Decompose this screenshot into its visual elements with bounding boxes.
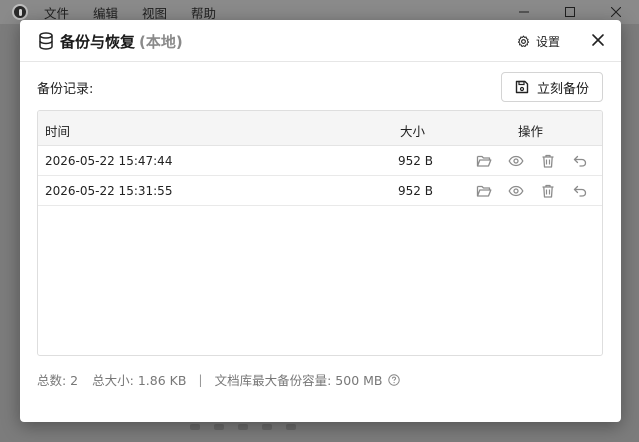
save-icon (515, 80, 529, 94)
cell-size: 952 B (398, 154, 433, 168)
cell-time: 2026-05-22 15:47:44 (45, 154, 173, 168)
menu-help[interactable]: 帮助 (191, 3, 216, 22)
undo-icon (573, 185, 587, 197)
trash-icon (542, 154, 554, 168)
table-row: 2026-05-22 15:47:44 952 B (38, 146, 602, 176)
backup-table: 时间 大小 操作 2026-05-22 15:47:44 952 B 2026-… (37, 110, 603, 356)
open-folder-button[interactable] (476, 183, 492, 199)
backup-now-button[interactable]: 立刻备份 (501, 72, 603, 102)
menu-edit[interactable]: 编辑 (93, 3, 118, 22)
trash-icon (542, 184, 554, 198)
settings-button[interactable]: 设置 (517, 32, 560, 50)
close-icon (611, 7, 621, 17)
cell-size: 952 B (398, 184, 433, 198)
column-header-size: 大小 (400, 124, 426, 139)
dialog-title-suffix: (本地) (139, 33, 183, 51)
folder-open-icon (476, 185, 492, 197)
undo-icon (573, 155, 587, 167)
column-header-time: 时间 (45, 124, 71, 139)
column-header-actions: 操作 (518, 124, 544, 139)
eye-icon (508, 185, 524, 197)
dialog-title: 备份与恢复 (本地) (60, 31, 183, 52)
backup-summary: 总数: 2 总大小: 1.86 KB | 文档库最大备份容量: 500 MB (37, 370, 400, 389)
dialog-header: 备份与恢复 (本地) 设置 (20, 20, 621, 62)
max-capacity: 文档库最大备份容量: 500 MB (214, 373, 383, 388)
delete-button[interactable] (540, 183, 556, 199)
restore-button[interactable] (572, 183, 588, 199)
background-toolbar (190, 424, 296, 430)
total-size: 总大小: 1.86 KB (92, 373, 187, 388)
preview-button[interactable] (508, 153, 524, 169)
dialog-close-icon[interactable] (591, 33, 605, 47)
help-icon[interactable] (387, 373, 400, 386)
maximize-icon (565, 7, 575, 17)
total-count: 总数: 2 (37, 373, 79, 388)
menu-file[interactable]: 文件 (44, 3, 69, 22)
backup-records-label: 备份记录: (37, 82, 94, 97)
delete-button[interactable] (540, 153, 556, 169)
table-header: 时间 大小 操作 (38, 111, 602, 146)
restore-button[interactable] (572, 153, 588, 169)
dialog-title-text: 备份与恢复 (60, 33, 136, 51)
gear-icon (517, 34, 530, 47)
backup-now-label: 立刻备份 (536, 81, 589, 97)
app-logo-icon (12, 4, 28, 20)
cell-time: 2026-05-22 15:31:55 (45, 184, 173, 198)
open-folder-button[interactable] (476, 153, 492, 169)
minimize-icon (519, 11, 529, 13)
summary-separator: | (198, 372, 203, 387)
table-row: 2026-05-22 15:31:55 952 B (38, 176, 602, 206)
eye-icon (508, 155, 524, 167)
settings-label: 设置 (536, 34, 561, 49)
backup-restore-dialog: 备份与恢复 (本地) 设置 备份记录: 立刻备份 时间 大小 操作 2026-0… (20, 20, 621, 422)
folder-open-icon (476, 155, 492, 167)
menu-view[interactable]: 视图 (142, 3, 167, 22)
preview-button[interactable] (508, 183, 524, 199)
database-icon (39, 32, 53, 50)
